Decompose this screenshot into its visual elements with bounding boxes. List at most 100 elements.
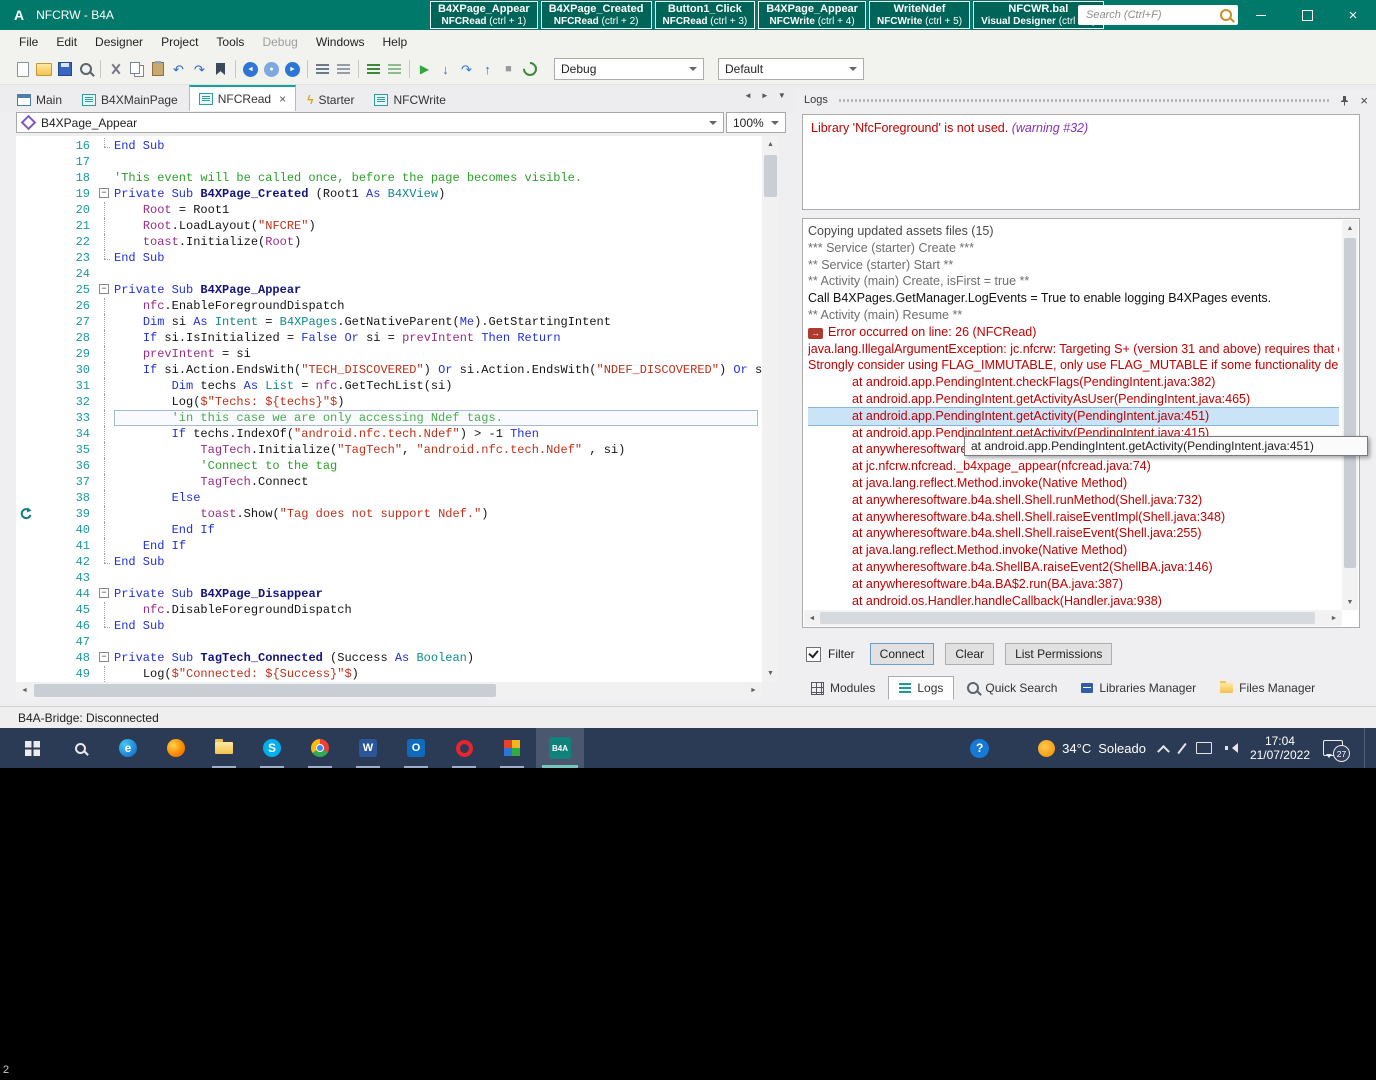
clear-button[interactable]: Clear — [945, 643, 994, 665]
editor-margin[interactable] — [16, 378, 38, 394]
weather-widget[interactable]: 34°C Soleado — [1038, 740, 1146, 757]
code-line[interactable]: 36 'Connect to the tag — [16, 458, 762, 474]
close-button[interactable]: × — [1330, 0, 1376, 30]
editor-margin[interactable] — [16, 154, 38, 170]
nav-stop-icon[interactable]: ● — [261, 57, 282, 81]
scroll-up-icon[interactable]: ▲ — [762, 136, 779, 153]
menu-windows[interactable]: Windows — [307, 32, 374, 52]
scrollbar-thumb[interactable] — [1344, 238, 1356, 568]
debug-mode-select[interactable]: Debug — [554, 58, 704, 80]
code-line[interactable]: 34 If techs.IndexOf("android.nfc.tech.Nd… — [16, 426, 762, 442]
volume-icon[interactable] — [1225, 742, 1237, 754]
editor-margin[interactable] — [16, 202, 38, 218]
quick-access-tab[interactable]: WriteNdef NFCWrite (ctrl + 5) — [869, 1, 970, 29]
build-config-select[interactable]: Default — [718, 58, 864, 80]
dock-tab-files-manager[interactable]: Files Manager — [1209, 676, 1326, 700]
pen-icon[interactable] — [1177, 742, 1187, 753]
code-line[interactable]: 22 toast.Initialize(Root) — [16, 234, 762, 250]
editor-margin[interactable] — [16, 410, 38, 426]
panel-close-icon[interactable]: × — [1360, 93, 1368, 108]
taskbar-opera-button[interactable] — [440, 728, 488, 768]
code-line[interactable]: 24 — [16, 266, 762, 282]
code-line[interactable]: 33 'in this case we are only accessing N… — [16, 410, 762, 426]
editor-margin[interactable] — [16, 282, 38, 298]
dock-tab-logs[interactable]: Logs — [888, 676, 954, 700]
dock-tab-quick-search[interactable]: Quick Search — [956, 676, 1068, 700]
tab-scroll-left-icon[interactable]: ◄ — [744, 91, 752, 100]
editor-margin[interactable] — [16, 650, 38, 666]
taskbar-b4a-button[interactable]: B4A — [536, 728, 584, 768]
menu-project[interactable]: Project — [152, 32, 207, 52]
collapse-icon[interactable]: − — [99, 652, 109, 662]
help-tip-icon[interactable]: ? — [970, 739, 989, 758]
taskbar-word-button[interactable]: W — [344, 728, 392, 768]
log-line[interactable]: at java.lang.reflect.Method.invoke(Nativ… — [808, 475, 1339, 492]
quick-access-tab[interactable]: B4XPage_Appear NFCWrite (ctrl + 4) — [758, 1, 866, 29]
editor-margin[interactable] — [16, 186, 38, 202]
log-line[interactable]: at anywheresoftware.b4a.shell.Shell.rais… — [808, 525, 1339, 542]
log-line[interactable]: →Error occurred on line: 26 (NFCRead) — [808, 324, 1339, 341]
code-line[interactable]: 38 Else — [16, 490, 762, 506]
zoom-select[interactable]: 100% — [726, 112, 786, 133]
copy-icon[interactable] — [126, 57, 147, 81]
quick-access-tab[interactable]: B4XPage_Created NFCRead (ctrl + 2) — [541, 1, 652, 29]
editor-margin[interactable] — [16, 314, 38, 330]
notification-icon[interactable]: 27 — [1323, 740, 1343, 756]
log-line[interactable]: at anywheresoftware.b4a.BA$2.run(BA.java… — [808, 576, 1339, 593]
fold-column[interactable]: − — [96, 186, 114, 202]
log-line[interactable]: at anywheresoftware.b4a.shell.Shell.runM… — [808, 492, 1339, 509]
menu-edit[interactable]: Edit — [47, 32, 86, 52]
outdent-icon[interactable] — [312, 57, 333, 81]
panel-drag-grip[interactable] — [838, 98, 1330, 103]
dock-tab-modules[interactable]: Modules — [800, 676, 886, 700]
tab-close-icon[interactable]: × — [279, 92, 286, 106]
editor-margin[interactable] — [16, 586, 38, 602]
code-line[interactable]: 49 Log($"Connected: ${Success}"$) — [16, 666, 762, 682]
list-permissions-button[interactable]: List Permissions — [1005, 643, 1112, 665]
tab-list-icon[interactable]: ▼ — [778, 91, 786, 100]
editor-vertical-scrollbar[interactable]: ▲ ▼ — [762, 136, 779, 682]
paste-icon[interactable] — [147, 57, 168, 81]
editor-margin[interactable] — [16, 138, 38, 154]
code-editor[interactable]: 16 End Sub 17 18 'This event will be cal… — [16, 136, 762, 682]
document-tab-b4xmainpage[interactable]: B4XMainPage — [73, 89, 187, 111]
log-line[interactable]: ** Activity (main) Resume ** — [808, 307, 1339, 324]
nav-forward-icon[interactable]: ► — [282, 57, 303, 81]
minimize-button[interactable] — [1238, 0, 1284, 30]
taskbar-explorer-button[interactable] — [200, 728, 248, 768]
code-line[interactable]: 23 End Sub — [16, 250, 762, 266]
code-line[interactable]: 45 nfc.DisableForegroundDispatch — [16, 602, 762, 618]
run-icon[interactable]: ▶ — [414, 57, 435, 81]
connect-button[interactable]: Connect — [870, 643, 935, 665]
log-line[interactable]: Strongly consider using FLAG_IMMUTABLE, … — [808, 357, 1339, 374]
code-line[interactable]: 28 If si.IsInitialized = False Or si = p… — [16, 330, 762, 346]
scroll-right-icon[interactable]: ► — [1326, 610, 1342, 626]
scroll-down-icon[interactable]: ▼ — [762, 665, 779, 682]
code-line[interactable]: 30 If si.Action.EndsWith("TECH_DISCOVERE… — [16, 362, 762, 378]
code-line[interactable]: 25 − Private Sub B4XPage_Appear — [16, 282, 762, 298]
scrollbar-thumb[interactable] — [34, 684, 496, 697]
find-icon[interactable] — [75, 57, 96, 81]
quick-access-tab[interactable]: B4XPage_Appear NFCRead (ctrl + 1) — [430, 1, 538, 29]
code-line[interactable]: 37 TagTech.Connect — [16, 474, 762, 490]
document-tab-main[interactable]: Main — [8, 89, 71, 111]
editor-margin[interactable] — [16, 554, 38, 570]
code-line[interactable]: 31 Dim techs As List = nfc.GetTechList(s… — [16, 378, 762, 394]
code-line[interactable]: 40 End If — [16, 522, 762, 538]
maximize-button[interactable] — [1284, 0, 1330, 30]
log-horizontal-scrollbar[interactable]: ◄ ► — [804, 610, 1342, 626]
code-line[interactable]: 35 TagTech.Initialize("TagTech", "androi… — [16, 442, 762, 458]
code-line[interactable]: 21 Root.LoadLayout("NFCRE") — [16, 218, 762, 234]
warnings-box[interactable]: Library 'NfcForeground' is not used. (wa… — [802, 114, 1360, 210]
quick-access-tab[interactable]: Button1_Click NFCRead (ctrl + 3) — [655, 1, 756, 29]
editor-margin[interactable] — [16, 570, 38, 586]
taskbar-office-button[interactable] — [488, 728, 536, 768]
fold-column[interactable]: − — [96, 282, 114, 298]
document-tab-starter[interactable]: ϟStarter — [298, 89, 363, 111]
taskbar-start-button[interactable] — [8, 728, 56, 768]
editor-margin[interactable] — [16, 298, 38, 314]
editor-margin[interactable] — [16, 346, 38, 362]
editor-margin[interactable] — [16, 250, 38, 266]
log-line[interactable]: ** Activity (main) Create, isFirst = tru… — [808, 273, 1339, 290]
menu-debug[interactable]: Debug — [253, 32, 306, 52]
